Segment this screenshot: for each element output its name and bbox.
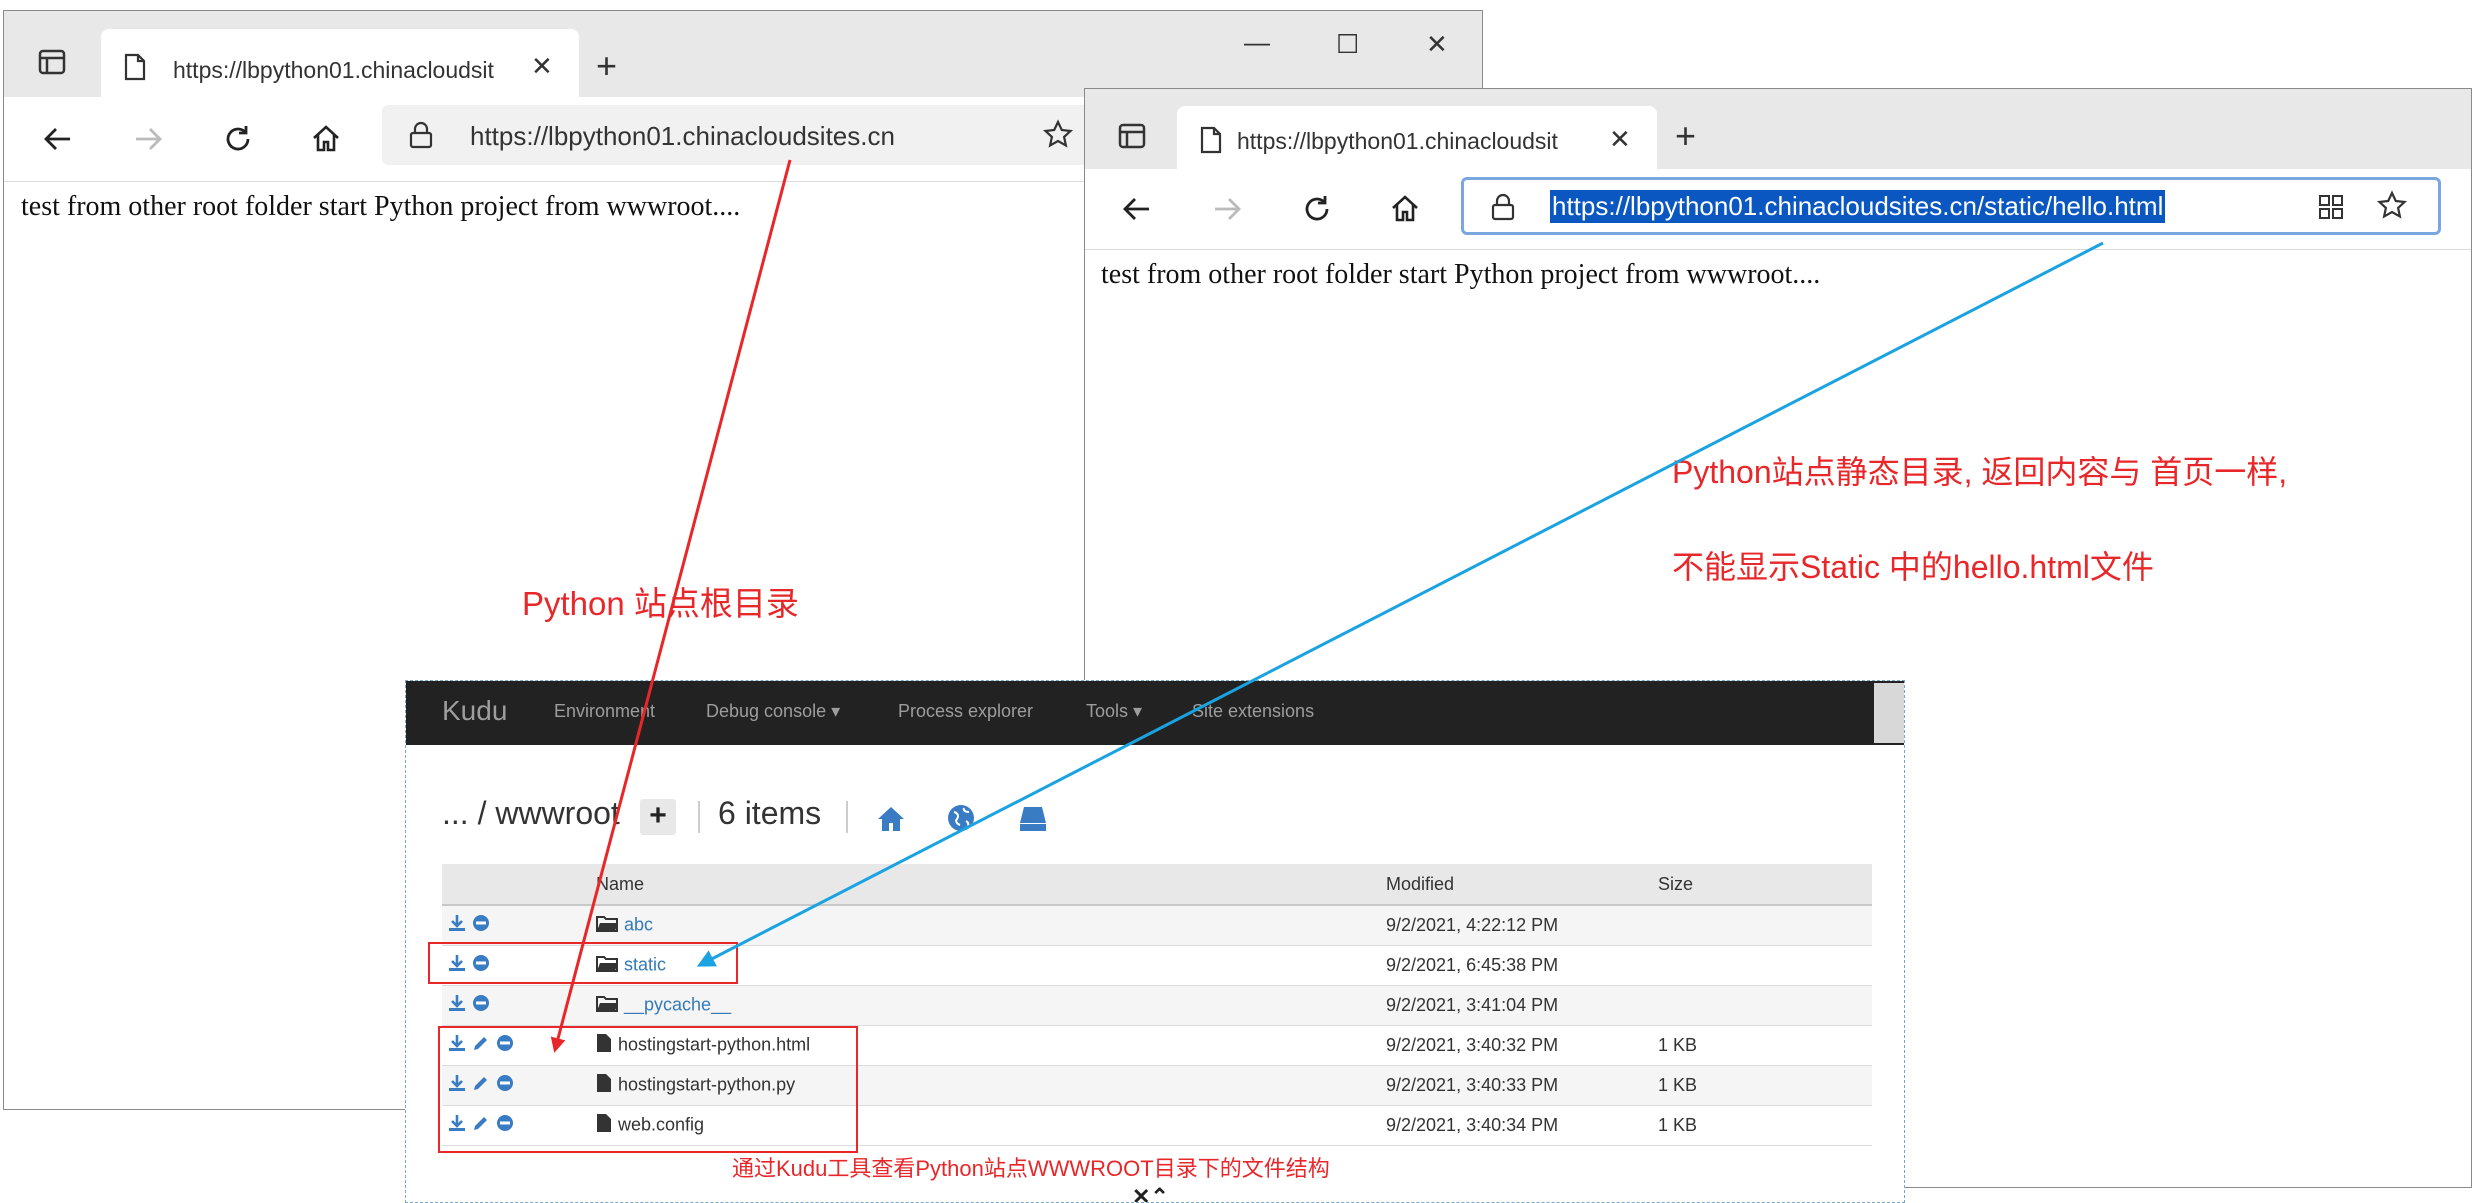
annotation-arrows (550, 159, 2104, 1053)
arrow-red-upper (649, 159, 791, 691)
arrow-blue (696, 241, 2104, 967)
